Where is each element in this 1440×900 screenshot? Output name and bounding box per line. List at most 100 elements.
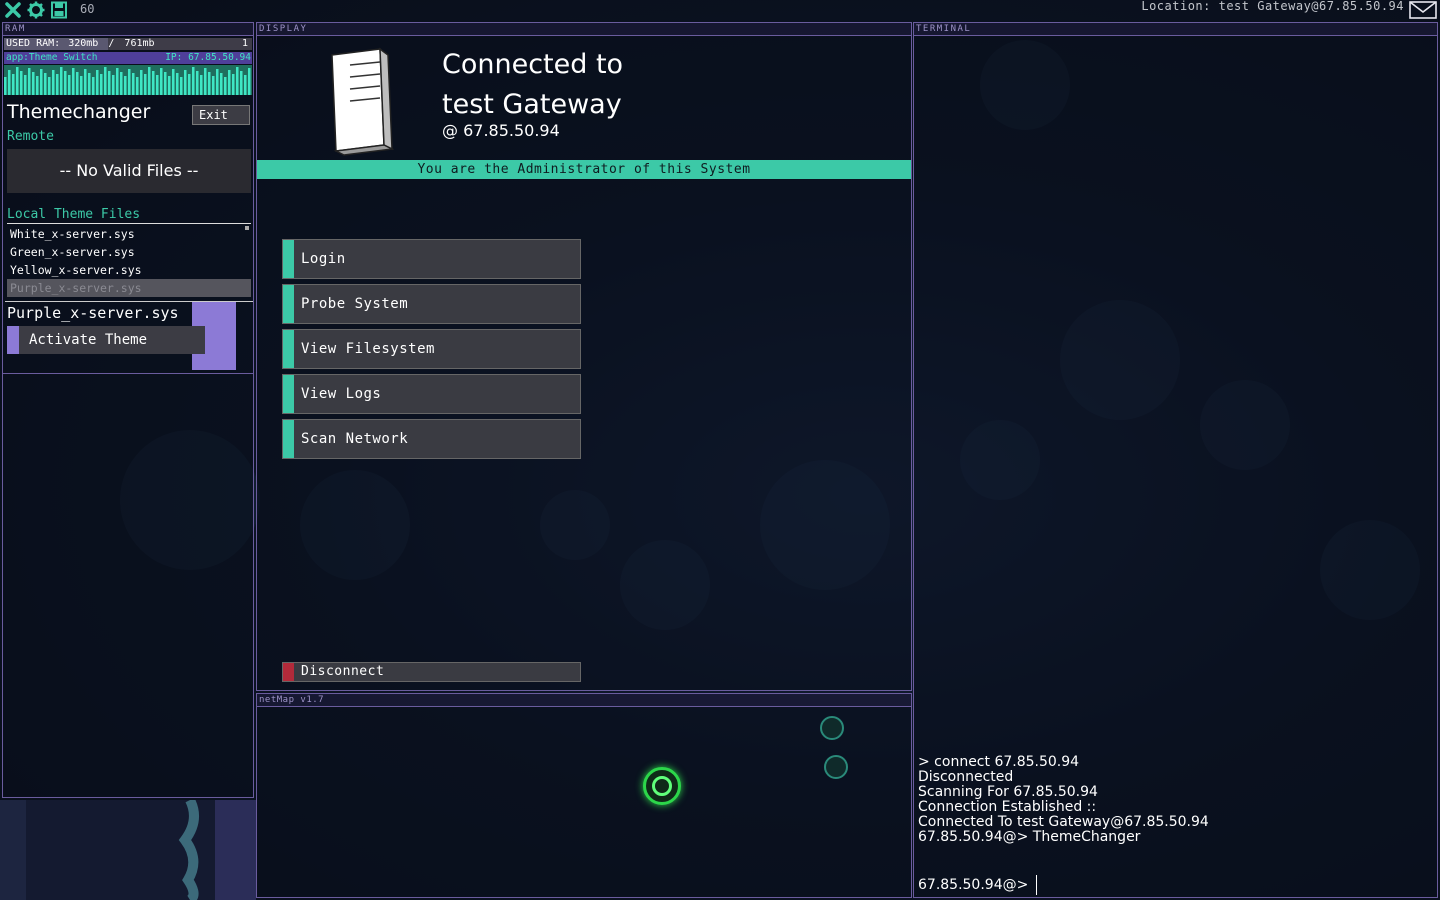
view-logs-label: View Logs <box>301 386 382 402</box>
remote-label: Remote <box>7 129 54 144</box>
theme-file-item[interactable]: White_x-server.sys <box>7 225 251 243</box>
graph-bar <box>104 67 107 95</box>
graph-bar <box>72 68 75 95</box>
graph-bar <box>196 71 199 95</box>
view-filesystem-button[interactable]: View Filesystem <box>282 329 581 369</box>
graph-bar <box>28 68 31 95</box>
graph-bar <box>216 69 219 95</box>
button-accent <box>283 240 294 278</box>
graph-bar <box>8 70 11 95</box>
graph-bar <box>4 77 7 95</box>
ram-header: RAM <box>3 23 253 36</box>
graph-bar <box>180 77 183 95</box>
theme-file-item-selected[interactable]: Purple_x-server.sys <box>7 279 251 297</box>
graph-bar <box>160 68 163 95</box>
ram-divider <box>3 373 253 374</box>
gear-icon[interactable] <box>27 1 45 19</box>
ram-used-label: USED RAM: <box>6 38 61 49</box>
ram-total: 761mb <box>124 38 155 49</box>
graph-bar <box>164 72 167 95</box>
terminal-cursor <box>1036 875 1038 895</box>
network-node[interactable] <box>820 716 844 740</box>
graph-bar <box>244 75 247 95</box>
terminal-panel[interactable]: TERMINAL > connect 67.85.50.94 Disconnec… <box>913 22 1438 898</box>
app-title-bar: app:Theme Switch IP: 67.85.50.94 <box>4 52 252 64</box>
graph-bar <box>48 77 51 95</box>
graph-bar <box>212 76 215 95</box>
connected-ip: @ 67.85.50.94 <box>442 121 560 140</box>
graph-bar <box>184 70 187 95</box>
close-icon[interactable] <box>4 1 22 19</box>
display-panel: DISPLAY Connected to test Gateway @ 67.8… <box>256 22 912 691</box>
graph-bar <box>140 70 143 95</box>
app-title: Themechanger <box>7 101 151 123</box>
graph-bar <box>220 73 223 95</box>
display-header: DISPLAY <box>257 23 911 36</box>
graph-bar <box>60 67 63 95</box>
graph-bar <box>80 76 83 95</box>
terminal-line: Connected To test Gateway@67.85.50.94 <box>918 814 1209 830</box>
graph-bar <box>32 72 35 95</box>
no-valid-files-message: -- No Valid Files -- <box>7 149 251 193</box>
login-label: Login <box>301 251 346 267</box>
graph-bar <box>40 69 43 95</box>
network-node[interactable] <box>824 755 848 779</box>
probe-system-button[interactable]: Probe System <box>282 284 581 324</box>
netmap-panel: netMap v1.7 <box>256 693 912 898</box>
fps-counter: 60 <box>80 2 95 16</box>
scan-network-button[interactable]: Scan Network <box>282 419 581 459</box>
ram-panel: RAM USED RAM: 320mb / 761mb 1 app:Theme … <box>2 22 254 798</box>
save-icon[interactable] <box>50 1 68 19</box>
activate-theme-button[interactable]: Activate Theme <box>7 326 205 354</box>
graph-bar <box>232 74 235 95</box>
connected-title: Connected to test Gateway <box>442 45 623 125</box>
graph-bar <box>108 71 111 95</box>
graph-bar <box>224 77 227 95</box>
mail-icon[interactable] <box>1409 1 1437 19</box>
graph-bar <box>116 68 119 95</box>
home-node-core <box>652 776 672 796</box>
graph-bar <box>208 72 211 95</box>
view-logs-button[interactable]: View Logs <box>282 374 581 414</box>
graph-bar <box>44 73 47 95</box>
graph-bar <box>100 74 103 95</box>
graph-bar <box>52 70 55 95</box>
graph-bar <box>76 72 79 95</box>
scan-network-label: Scan Network <box>301 431 409 447</box>
graph-bar <box>128 69 131 95</box>
button-accent <box>283 420 294 458</box>
selected-theme-name: Purple_x-server.sys <box>7 304 179 322</box>
terminal-line: Connection Established :: <box>918 799 1097 815</box>
probe-system-label: Probe System <box>301 296 409 312</box>
side-decoration <box>0 800 256 900</box>
disconnect-button[interactable]: Disconnect <box>282 662 581 682</box>
theme-file-item[interactable]: Yellow_x-server.sys <box>7 261 251 279</box>
graph-bar <box>84 69 87 95</box>
ram-separator: / <box>108 38 115 49</box>
connected-title-line1: Connected to <box>442 49 624 80</box>
connected-title-line2: test Gateway <box>442 89 622 120</box>
exit-button[interactable]: Exit <box>192 105 250 125</box>
button-accent <box>283 285 294 323</box>
login-button[interactable]: Login <box>282 239 581 279</box>
graph-bar <box>156 75 159 95</box>
app-ip: IP: 67.85.50.94 <box>165 52 251 63</box>
graph-bar <box>132 73 135 95</box>
graph-bar <box>172 69 175 95</box>
theme-file-item[interactable]: Green_x-server.sys <box>7 243 251 261</box>
admin-banner: You are the Administrator of this System <box>257 160 911 179</box>
graph-bar <box>176 73 179 95</box>
terminal-prompt: 67.85.50.94@> <box>918 877 1029 893</box>
graph-bar <box>120 72 123 95</box>
graph-bar <box>148 67 151 95</box>
theme-file-list: White_x-server.sys Green_x-server.sys Ye… <box>7 225 251 297</box>
netmap-header: netMap v1.7 <box>257 694 911 707</box>
ram-activity-graph <box>4 65 252 95</box>
graph-bar <box>188 74 191 95</box>
activate-theme-label: Activate Theme <box>29 332 148 348</box>
graph-bar <box>240 71 243 95</box>
terminal-history: > connect 67.85.50.94 Disconnected Scann… <box>918 755 1428 845</box>
terminal-input-line[interactable]: 67.85.50.94@> <box>918 875 1038 895</box>
graph-bar <box>248 68 251 95</box>
home-network-node[interactable] <box>643 767 681 805</box>
